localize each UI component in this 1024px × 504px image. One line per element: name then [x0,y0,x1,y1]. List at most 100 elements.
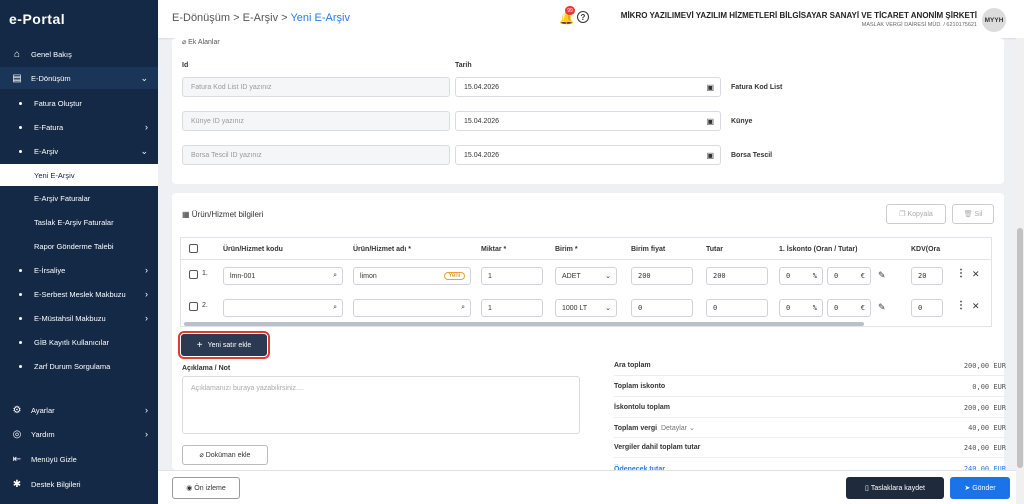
tax-details-toggle[interactable]: Detaylar [661,425,687,432]
calendar-icon[interactable]: ▣ [706,151,714,160]
sidebar-item-e-arsiv-faturalar[interactable]: E-Arşiv Faturalar [0,188,158,208]
fatura-kod-list-date[interactable]: 15.04.2026 ▣ [455,77,721,97]
gear-icon: ⚙ [12,404,22,416]
th-name: Ürün/Hizmet adı * [353,246,411,253]
row-1-price-input[interactable]: 200 [631,267,693,285]
sidebar-item-rapor-gonderme[interactable]: Rapor Gönderme Talebi [0,236,158,256]
chevron-down-icon: ⌄ [687,424,695,432]
row-1-discount-rate[interactable]: 0% [779,267,823,285]
edit-icon[interactable]: ✎ [878,302,886,313]
row-1-discount-amount[interactable]: 0 € [827,267,871,285]
fatura-kod-list-id-input[interactable]: Fatura Kod List ID yazınız [182,77,450,97]
search-icon[interactable]: ⌕ [461,304,465,312]
bug-icon: ✱ [12,478,22,490]
col-id: Id [182,62,189,69]
note-textarea[interactable]: Açıklamanızı buraya yazabilirsiniz.... [182,376,580,434]
row-1-name-input[interactable]: limon Yeni [353,267,471,285]
more-icon[interactable]: ⋮ [956,268,966,279]
sidebar-item-ayarlar[interactable]: ⚙ Ayarlar › [0,400,158,420]
row-1-total-input[interactable]: 200 [706,267,768,285]
more-icon[interactable]: ⋮ [956,300,966,311]
bullet-icon [19,268,22,272]
chevron-down-icon: ⌄ [605,305,611,312]
eye-icon: ◉ [186,485,195,492]
row-2-price-input[interactable]: 0 [631,299,693,317]
close-icon[interactable]: ✕ [972,269,980,280]
th-unit: Birim * [555,246,578,253]
avatar[interactable]: MYYH [982,8,1006,32]
copy-button[interactable]: ❐ Kopyala [886,204,946,224]
collapse-icon: ⇤ [12,453,22,465]
sidebar-item-yardim[interactable]: ◎ Yardım › [0,424,158,444]
sidebar-item-menu-gizle[interactable]: ⇤ Menüyü Gizle [0,449,158,469]
delete-button[interactable]: 🗑 Sil [952,204,994,224]
sidebar-item-destek[interactable]: ✱ Destek Bilgileri [0,474,158,494]
row-2-discount-rate[interactable]: 0% [779,299,823,317]
borsa-tescil-id-input[interactable]: Borsa Tescil ID yazınız [182,145,450,165]
search-icon[interactable]: ⌕ [333,304,337,312]
sidebar-item-genel-bakis[interactable]: ⌂ Genel Bakış [0,44,158,64]
preview-button[interactable]: ◉ Ön izleme [172,477,240,499]
close-icon[interactable]: ✕ [972,301,980,312]
calendar-icon[interactable]: ▣ [706,117,714,126]
row-2-code-input[interactable]: ⌕ [223,299,343,317]
notification-badge: 99 [565,6,575,15]
chevron-down-icon: ⌄ [140,72,148,83]
urun-hizmet-title: ▦ Ürün/Hizmet bilgileri [182,210,264,219]
company-info: MİKRO YAZILIMEVİ YAZILIM HİZMETLERİ BİLG… [620,11,977,28]
sidebar-item-zarf-durum[interactable]: Zarf Durum Sorgulama [0,356,158,376]
add-row-button[interactable]: + Yeni satır ekle [178,331,270,359]
calendar-icon[interactable]: ▣ [706,83,714,92]
sidebar-item-e-fatura[interactable]: E-Fatura › [0,117,158,137]
add-document-button[interactable]: ⌀ Doküman ekle [182,445,268,465]
row-1-checkbox[interactable] [189,270,198,279]
row-2-total-input[interactable]: 0 [706,299,768,317]
items-table: Ürün/Hizmet kodu Ürün/Hizmet adı * Mikta… [180,237,992,327]
row-1-code-input[interactable]: lmn-001 ⌕ [223,267,343,285]
breadcrumb-e-arsiv[interactable]: E-Arşiv [243,12,278,24]
kunye-id-input[interactable]: Künye ID yazınız [182,111,450,131]
row-2-unit-select[interactable]: 1000 LT ⌄ [555,299,617,317]
search-icon[interactable]: ⌕ [333,272,337,280]
sidebar-item-gib-kayitli[interactable]: GİB Kayıtlı Kullanıcılar [0,332,158,352]
select-all-checkbox[interactable] [189,244,198,253]
row-1-unit-select[interactable]: ADET ⌄ [555,267,617,285]
sidebar-item-taslak-e-arsiv[interactable]: Taslak E-Arşiv Faturalar [0,212,158,232]
row-2-kdv-input[interactable]: 0 [911,299,943,317]
sidebar-item-e-arsiv[interactable]: E-Arşiv ⌄ [0,141,158,161]
help-icon[interactable]: ? [577,11,589,23]
scrollbar-thumb[interactable] [1017,228,1023,468]
row-1-kdv-input[interactable]: 20 [911,267,943,285]
chevron-right-icon: › [145,313,148,323]
row-1-qty-input[interactable]: 1 [481,267,543,285]
sidebar-item-e-irsaliye[interactable]: E-İrsaliye › [0,260,158,280]
summary-iskontolu-toplam: İskontolu toplam 200,00 EUR [614,398,1006,418]
trash-icon: 🗑 [963,211,975,218]
chevron-right-icon: › [145,122,148,132]
row-2-discount-amount[interactable]: 0 € [827,299,871,317]
chevron-right-icon: › [145,265,148,275]
kunye-date[interactable]: 15.04.2026 ▣ [455,111,721,131]
breadcrumb-e-donusum[interactable]: E-Dönüşüm [172,12,230,24]
sidebar-item-e-serbest-meslek[interactable]: E-Serbest Meslek Makbuzu › [0,284,158,304]
boxes-icon: ▦ [182,210,192,219]
table-header [181,238,991,260]
sidebar-item-fatura-olustur[interactable]: Fatura Oluştur [0,93,158,113]
edit-icon[interactable]: ✎ [878,270,886,281]
page-scrollbar[interactable] [1016,38,1024,504]
row-2-name-input[interactable]: ⌕ [353,299,471,317]
borsa-tescil-label: Borsa Tescil [731,152,773,159]
borsa-tescil-date[interactable]: 15.04.2026 ▣ [455,145,721,165]
sidebar-item-yeni-e-arsiv[interactable]: Yeni E-Arşiv [0,164,158,186]
bullet-icon [19,149,22,153]
row-2-qty-input[interactable]: 1 [481,299,543,317]
fatura-kod-list-label: Fatura Kod List [731,84,783,91]
save-draft-button[interactable]: ▯ Taslaklara kaydet [846,477,944,499]
sidebar-item-e-mustahsil[interactable]: E-Müstahsil Makbuzu › [0,308,158,328]
sidebar-item-e-donusum[interactable]: ▤ E-Dönüşüm ⌄ [0,67,158,89]
send-button[interactable]: ➤ Gönder [950,477,1010,499]
euro-icon: € [860,304,865,312]
table-hscrollbar[interactable] [184,322,864,326]
plus-icon: + [196,339,203,351]
row-2-checkbox[interactable] [189,302,198,311]
